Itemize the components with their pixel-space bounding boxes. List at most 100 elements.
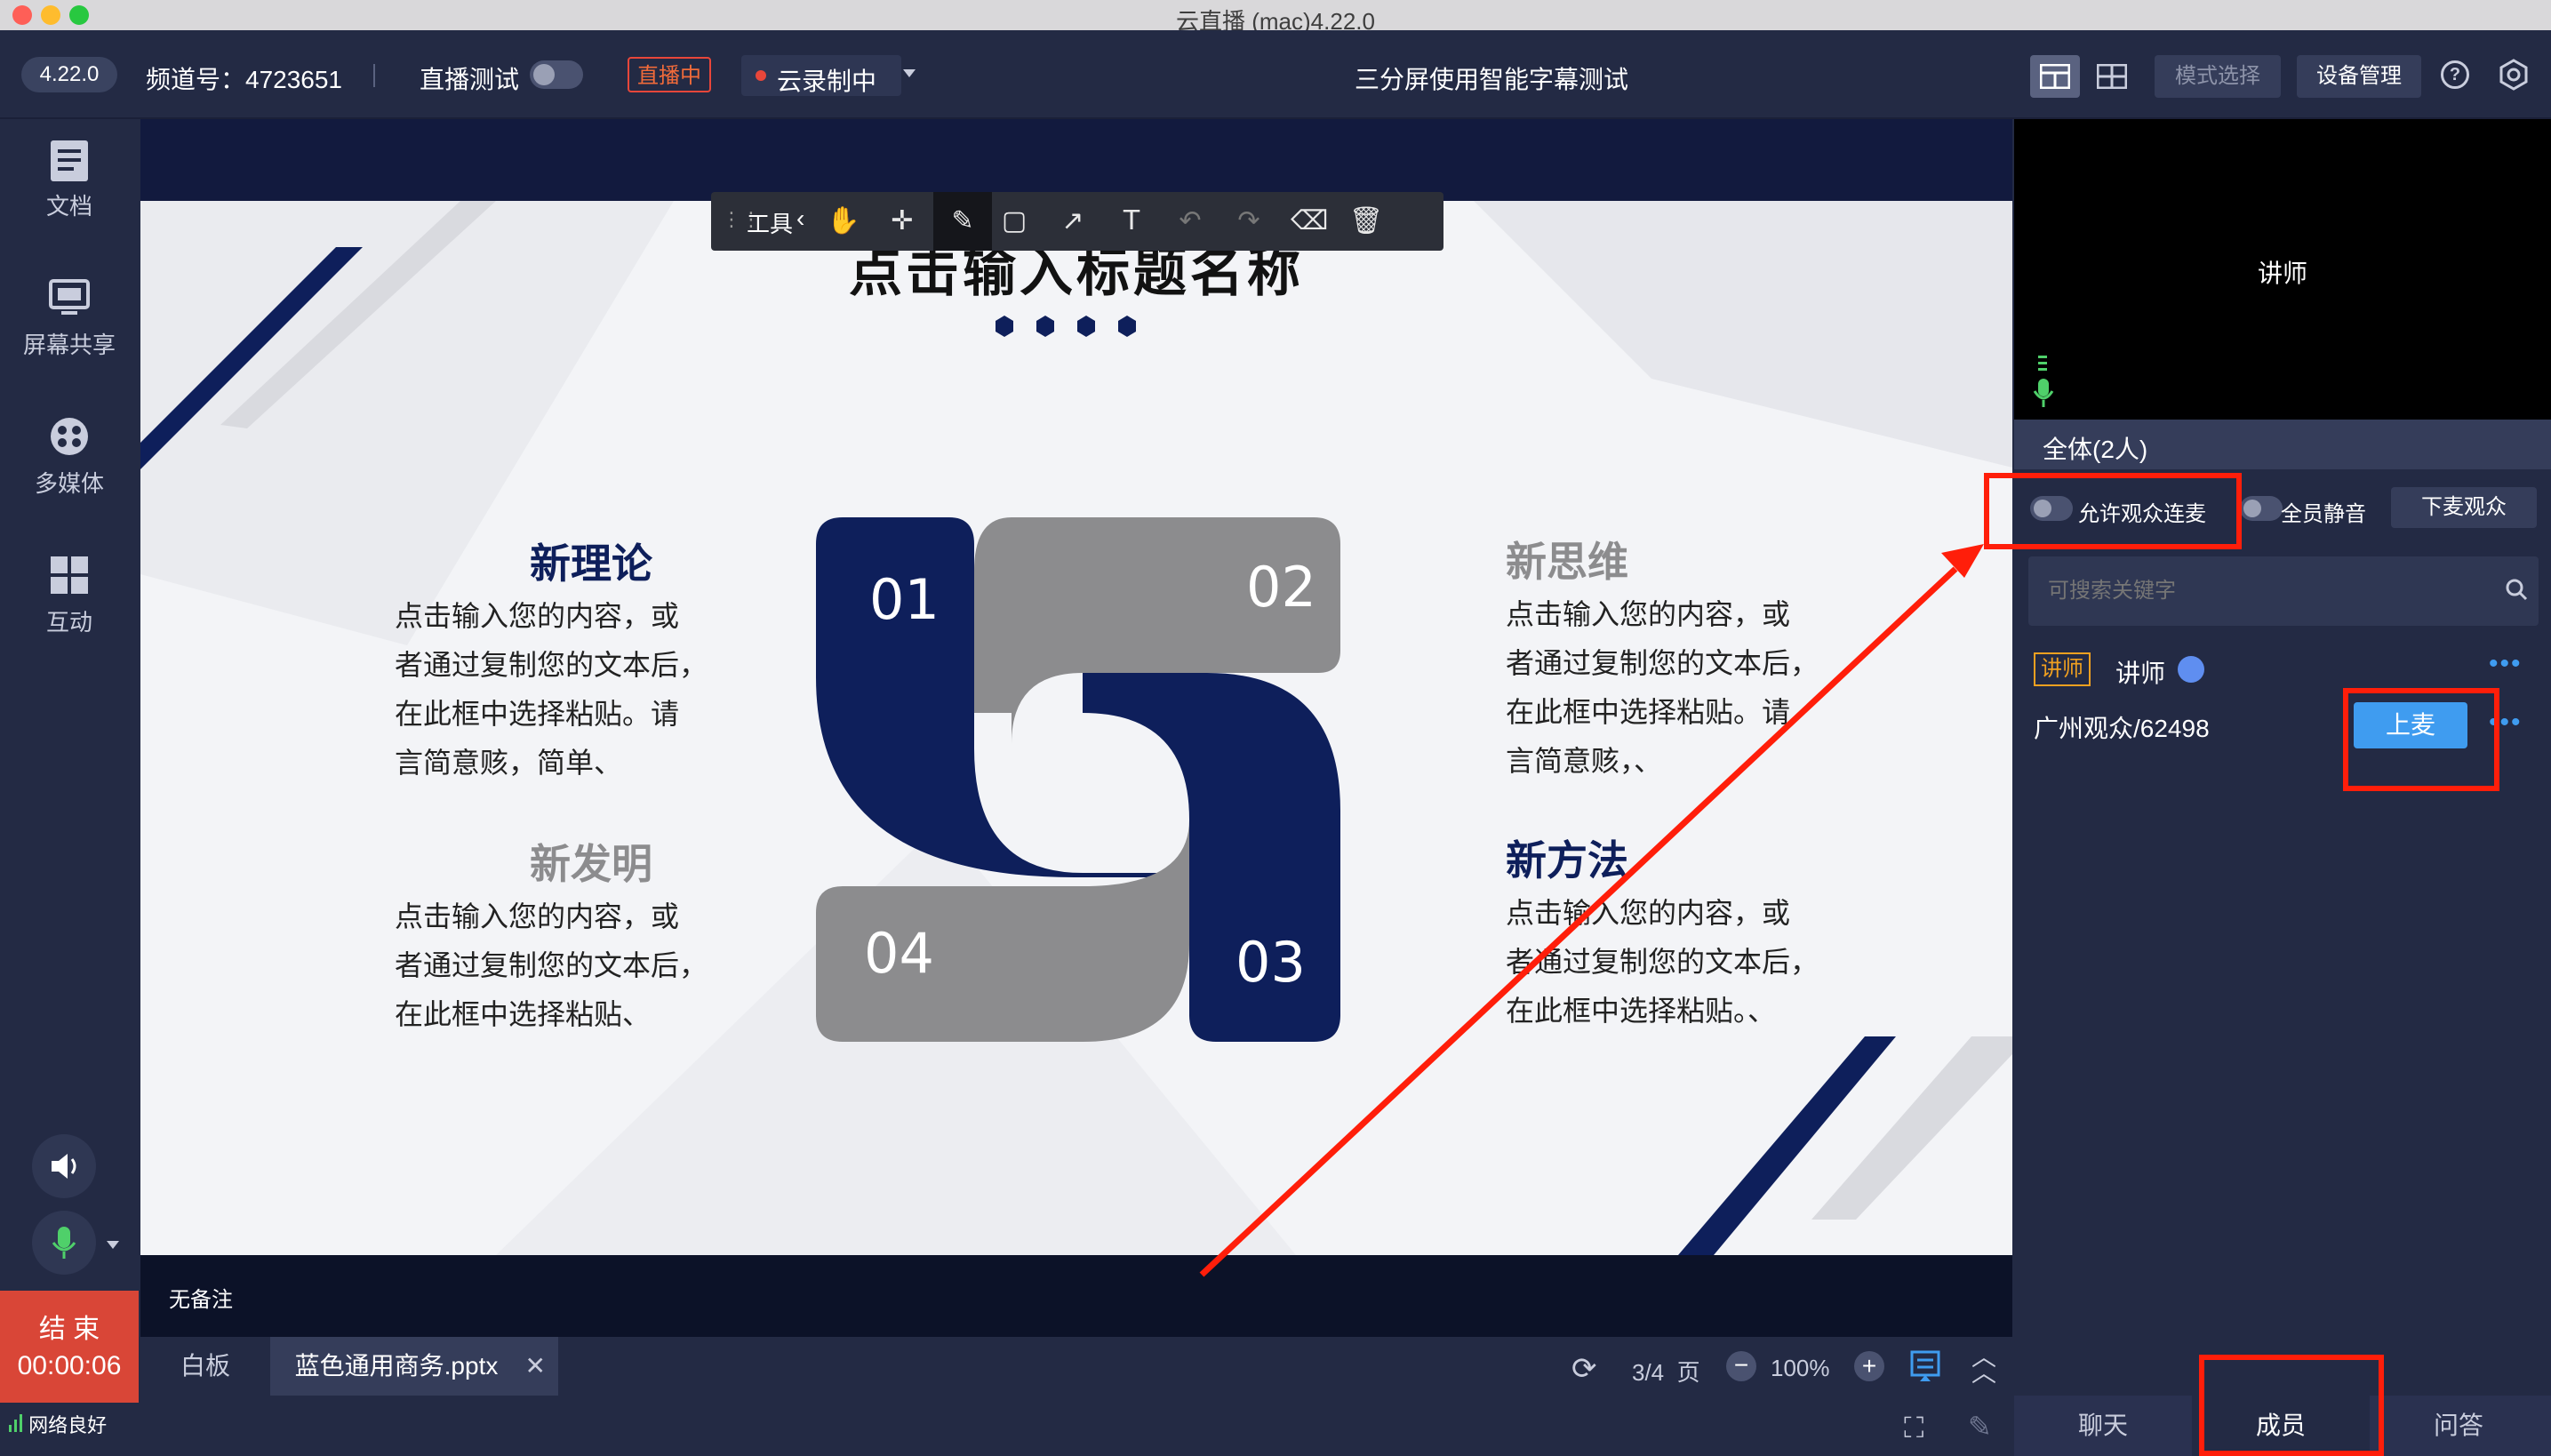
refresh-icon[interactable]: ⟳	[1571, 1351, 1597, 1387]
mode-select-button[interactable]: 模式选择	[2155, 55, 2281, 98]
section-heading-thinking: 新思维	[1506, 539, 1628, 585]
step-number-01: 01	[869, 567, 940, 632]
mic-options-chevron-icon[interactable]	[107, 1241, 119, 1249]
layout-grid-icon	[2096, 63, 2128, 90]
help-icon[interactable]: ?	[2441, 60, 2469, 89]
close-tab-icon[interactable]: ✕	[525, 1337, 546, 1396]
live-test-toggle[interactable]	[530, 60, 583, 89]
zoom-in-button[interactable]: +	[1854, 1351, 1884, 1381]
redo-icon[interactable]: ↷	[1232, 204, 1266, 238]
sidebar-item-label: 互动	[45, 609, 92, 636]
media-reel-icon	[49, 416, 90, 457]
move-icon[interactable]: ✛	[885, 204, 919, 238]
tab-file[interactable]: 蓝色通用商务.pptx ✕	[270, 1337, 558, 1396]
tools-label: 工具	[747, 211, 794, 237]
remove-audience-mic-button[interactable]: 下麦观众	[2391, 487, 2537, 528]
presentation-slide[interactable]: 点击输入标题名称 新理论 点击输入您的内容，或 者通过复制您的文本后， 在此框中…	[140, 201, 2012, 1255]
tab-whiteboard[interactable]: 白板	[140, 1337, 270, 1396]
top-toolbar: 4.22.0 频道号：4723651 直播测试 直播中 云录制中 三分屏使用智能…	[0, 30, 2551, 119]
section-body-method: 点击输入您的内容，或 者通过复制您的文本后， 在此框中选择粘贴。、	[1506, 897, 1819, 1027]
window-title-bar: 云直播 (mac)4.22.0	[0, 0, 2551, 35]
sidebar-item-media[interactable]: 多媒体	[0, 416, 139, 499]
tab-qa[interactable]: 问答	[2370, 1396, 2547, 1456]
mute-all-toggle[interactable]	[2240, 496, 2283, 521]
rectangle-icon[interactable]: ▢	[997, 204, 1031, 238]
member-name: 讲师	[2115, 660, 2166, 687]
text-icon[interactable]: T	[1115, 204, 1148, 238]
screen-share-icon	[49, 277, 90, 318]
sidebar-item-interaction[interactable]: 互动	[0, 555, 139, 637]
channel-number: 频道号：4723651	[146, 66, 343, 93]
step-number-03: 03	[1236, 930, 1306, 995]
network-status-label: 网络良好	[28, 1414, 108, 1436]
page-indicator: 3/4 页	[1632, 1359, 1700, 1386]
sidebar-item-label: 屏幕共享	[22, 332, 116, 358]
tab-file-label: 蓝色通用商务.pptx	[294, 1352, 499, 1380]
microphone-icon	[52, 1227, 76, 1259]
eraser-icon[interactable]: ⌫	[1291, 204, 1328, 238]
notes-toggle-icon[interactable]	[1909, 1349, 1941, 1388]
member-search-input[interactable]	[2046, 572, 2476, 610]
left-sidebar: 文档 屏幕共享 多媒体 互动	[0, 119, 139, 1456]
members-header: 全体(2人)	[2014, 420, 2551, 469]
undo-icon[interactable]: ↶	[1173, 204, 1207, 238]
live-status-badge: 直播中	[628, 57, 711, 92]
highlight-invite-mic	[2343, 688, 2499, 791]
layout-three-split-button[interactable]	[2030, 55, 2080, 98]
section-heading-method: 新方法	[1506, 837, 1628, 884]
step-number-02: 02	[1246, 555, 1316, 620]
sidebar-item-label: 文档	[45, 193, 92, 220]
step-number-04: 04	[864, 921, 934, 986]
member-name: 广州观众/62498	[2034, 715, 2210, 742]
microphone-button[interactable]	[32, 1211, 96, 1275]
device-management-button[interactable]: 设备管理	[2297, 55, 2421, 98]
sidebar-item-document[interactable]: 文档	[0, 139, 139, 221]
collapse-tools-icon[interactable]: ‹	[796, 204, 804, 233]
arrow-icon[interactable]: ↗	[1056, 204, 1090, 238]
divider	[373, 64, 375, 87]
notes-text: 无备注	[169, 1288, 233, 1312]
tab-chat[interactable]: 聊天	[2014, 1396, 2192, 1456]
trash-icon[interactable]: 🗑	[1349, 204, 1383, 238]
version-badge: 4.22.0	[21, 57, 117, 92]
live-timer: 00:00:06	[17, 1351, 122, 1380]
video-label: 讲师	[2257, 260, 2307, 287]
document-icon	[49, 139, 90, 181]
mute-all-label: 全员静音	[2281, 502, 2366, 526]
notes-bar: 无备注	[140, 1255, 2012, 1337]
section-body-thinking: 点击输入您的内容，或 者通过复制您的文本后， 在此框中选择粘贴。请 言简意赅，、	[1506, 598, 1819, 777]
document-tabs-bar: 白板 蓝色通用商务.pptx ✕ ⟳ 3/4 页 − 100% + ︿ ︿	[140, 1337, 2012, 1401]
mic-level-icon	[2030, 356, 2057, 415]
collapse-up-icon[interactable]: ︿ ︿	[1971, 1345, 1996, 1386]
layout-grid-button[interactable]	[2087, 55, 2137, 98]
fullscreen-icon[interactable]: ⛶	[1904, 1412, 1923, 1445]
sidebar-item-screen-share[interactable]: 屏幕共享	[0, 277, 139, 360]
pen-tool-selected[interactable]: ✎	[933, 192, 992, 251]
stage-header	[140, 119, 2012, 201]
member-search[interactable]	[2028, 556, 2539, 626]
chevron-down-icon[interactable]	[903, 69, 916, 77]
sidebar-item-label: 多媒体	[34, 470, 104, 497]
pen-icon: ✎	[951, 206, 974, 236]
cloud-record-dropdown[interactable]: 云录制中	[741, 55, 901, 96]
signal-icon	[9, 1414, 22, 1432]
end-live-button[interactable]: 结 束 00:00:06	[0, 1291, 139, 1403]
record-dot-icon	[756, 70, 766, 81]
section-heading-invention: 新发明	[530, 841, 652, 887]
grid-icon	[49, 555, 90, 596]
network-status: 网络良好	[9, 1410, 107, 1438]
right-panel: 全体(2人) 允许观众连麦 全员静音 下麦观众 讲师 讲师 ••• 广州观众/6…	[2014, 420, 2551, 1456]
title-decoration-dots	[992, 313, 1170, 344]
speaker-button[interactable]	[32, 1134, 96, 1198]
pen-disabled-icon[interactable]: ✎	[1968, 1410, 1992, 1444]
live-test-label: 直播测试	[420, 66, 520, 93]
settings-gear-icon[interactable]	[2498, 59, 2530, 95]
highlight-members-tab	[2199, 1355, 2384, 1456]
search-icon[interactable]	[2505, 578, 2528, 605]
section-heading-theory: 新理论	[530, 540, 652, 587]
more-options-icon[interactable]: •••	[2489, 649, 2523, 679]
zoom-out-button[interactable]: −	[1726, 1351, 1756, 1381]
room-title: 三分屏使用智能字幕测试	[1355, 66, 1629, 93]
hand-icon[interactable]: ✋	[827, 204, 860, 238]
highlight-allow-audience	[1984, 473, 2242, 549]
